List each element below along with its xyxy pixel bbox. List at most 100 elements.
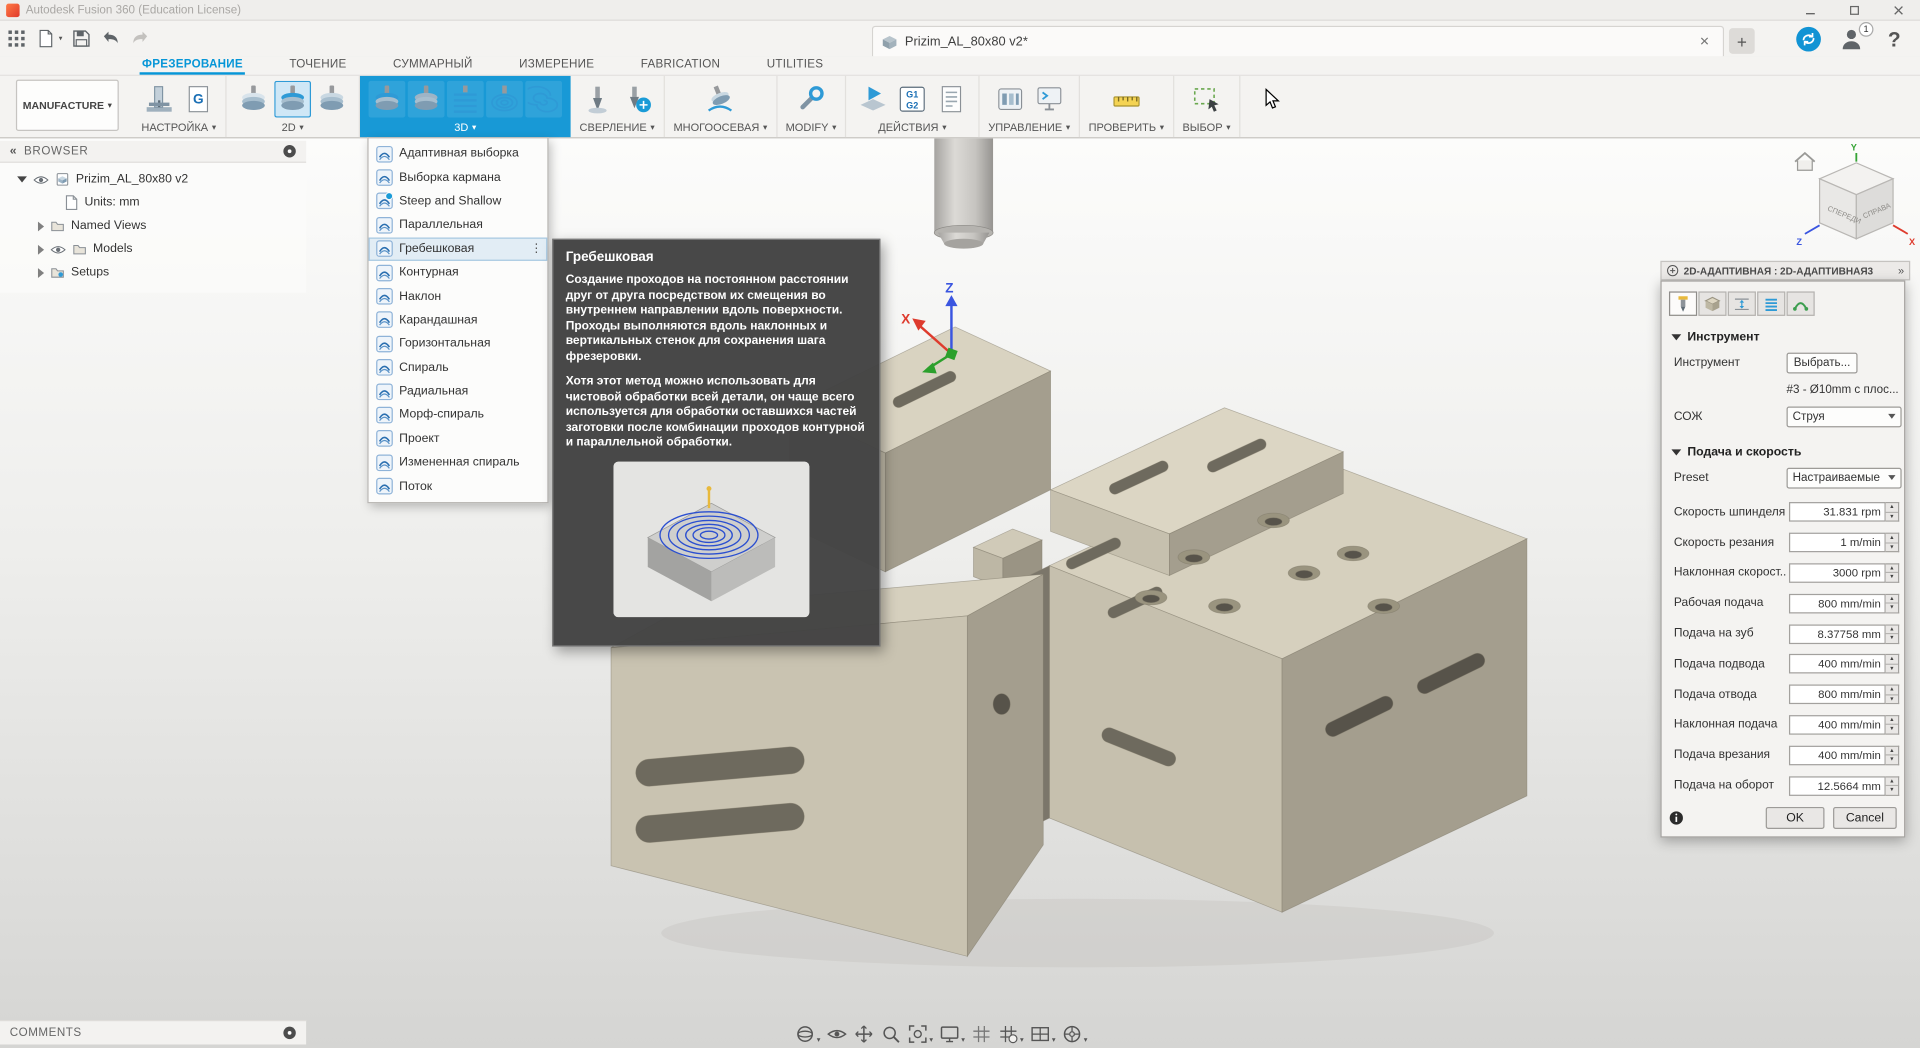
tab-geometry-tab[interactable] <box>1698 291 1727 316</box>
orbit-button[interactable]: ▾ <box>793 1021 821 1047</box>
menu-item-8[interactable]: Горизонтальная <box>369 332 548 356</box>
view-cube[interactable]: СПЕРЕДИ СПРАВА Y Z X <box>1785 142 1920 255</box>
comments-bar[interactable]: COMMENTS <box>0 1020 307 1045</box>
spinner[interactable]: ▲ ▼ <box>1885 745 1900 766</box>
menu-item-9[interactable]: Спираль <box>369 356 548 380</box>
zoom-button[interactable] <box>879 1021 902 1047</box>
feeds-section-header[interactable]: Подача и скорость <box>1662 441 1904 463</box>
spinner[interactable]: ▲ ▼ <box>1885 623 1900 644</box>
menu-item-0[interactable]: Адаптивная выборка <box>369 142 548 166</box>
thread-icon[interactable] <box>618 80 655 117</box>
selection-box-icon[interactable] <box>1188 80 1225 117</box>
save-icon[interactable] <box>71 25 92 52</box>
spinner[interactable]: ▲ ▼ <box>1885 593 1900 614</box>
modify-icon[interactable] <box>793 80 830 117</box>
feed-value-input[interactable]: 400 mm/min <box>1788 654 1886 674</box>
ribbon-group-label-3[interactable]: СВЕРЛЕНИЕ ▾ <box>580 119 655 136</box>
expand-panel-icon[interactable]: » <box>1898 264 1904 276</box>
browser-row-1[interactable]: Units: mm <box>0 191 306 214</box>
collapse-panel-icon[interactable]: « <box>10 144 17 157</box>
select-tool-button[interactable]: Выбрать... <box>1786 352 1858 373</box>
ribbon-tab-1[interactable]: ТОЧЕНИЕ <box>287 58 349 75</box>
ribbon-group-label-2[interactable]: 3D ▾ <box>454 119 476 136</box>
minimize-icon[interactable] <box>1788 0 1832 21</box>
feed-value-input[interactable]: 800 mm/min <box>1788 593 1886 614</box>
ribbon-group-label-6[interactable]: ДЕЙСТВИЯ ▾ <box>878 119 946 136</box>
visibility-eye-icon[interactable] <box>50 244 66 254</box>
menu-item-2[interactable]: Steep and Shallow <box>369 190 548 214</box>
setup-machine-icon[interactable] <box>141 80 178 117</box>
comments-toggle-icon[interactable] <box>283 1026 296 1040</box>
menu-item-4[interactable]: Гребешковая ⋮ <box>368 237 548 261</box>
menu-item-7[interactable]: Карандашная <box>369 308 548 332</box>
adaptive2d-icon[interactable] <box>274 80 312 117</box>
feed-value-input[interactable]: 1 m/min <box>1788 532 1886 553</box>
spinner[interactable]: ▲ ▼ <box>1885 715 1900 735</box>
gcode-doc-icon[interactable]: G <box>180 80 217 117</box>
post-process-icon[interactable]: G1 G2 <box>894 80 931 117</box>
multiaxis-icon[interactable] <box>702 80 739 117</box>
tool-library-icon[interactable] <box>991 80 1028 117</box>
more-options-icon[interactable]: ⋮ <box>530 242 542 255</box>
ribbon-group-label-5[interactable]: MODIFY ▾ <box>786 119 837 136</box>
ribbon-tab-4[interactable]: FABRICATION <box>638 58 722 75</box>
task-manager-icon[interactable] <box>1030 80 1067 117</box>
feed-value-input[interactable]: 400 mm/min <box>1788 715 1886 735</box>
face-mill-icon[interactable] <box>235 80 272 117</box>
spinner[interactable]: ▲ ▼ <box>1885 775 1900 796</box>
simulate-icon[interactable] <box>855 80 892 117</box>
menu-item-5[interactable]: Контурная <box>369 261 548 285</box>
ribbon-group-label-4[interactable]: МНОГООСЕВАЯ ▾ <box>673 119 767 136</box>
adaptive3d-icon[interactable] <box>368 80 406 117</box>
workspace-selector[interactable]: MANUFACTURE ▾ <box>15 79 119 132</box>
panel-toggle-icon[interactable] <box>283 144 296 158</box>
info-icon[interactable] <box>1669 811 1684 826</box>
setup-sheet-icon[interactable] <box>933 80 970 117</box>
browser-row-3[interactable]: Models <box>0 238 306 261</box>
menu-item-10[interactable]: Радиальная <box>369 379 548 403</box>
home-icon[interactable] <box>1794 151 1816 171</box>
grid-settings-button[interactable]: ▾ <box>997 1021 1025 1047</box>
undo-icon[interactable] <box>100 25 121 52</box>
menu-item-3[interactable]: Параллельная <box>369 213 548 237</box>
spinner[interactable]: ▲ ▼ <box>1885 684 1900 705</box>
tab-linking-tab[interactable] <box>1786 291 1815 316</box>
ribbon-tab-2[interactable]: СУММАРНЫЙ <box>391 58 475 75</box>
ribbon-group-label-1[interactable]: 2D ▾ <box>282 119 304 136</box>
tab-heights-tab[interactable] <box>1727 291 1756 316</box>
ribbon-group-label-8[interactable]: ПРОВЕРИТЬ ▾ <box>1089 119 1165 136</box>
document-tab[interactable]: Prizim_AL_80x80 v2* ✕ <box>871 25 1725 57</box>
menu-item-1[interactable]: Выборка кармана <box>369 166 548 190</box>
menu-item-14[interactable]: Поток <box>369 474 548 498</box>
scallop-icon[interactable] <box>486 80 523 117</box>
feed-value-input[interactable]: 12.5664 mm <box>1788 775 1886 796</box>
browser-row-2[interactable]: Named Views <box>0 214 306 237</box>
navigation-button[interactable]: ▾ <box>1061 1021 1089 1047</box>
pan-button[interactable] <box>852 1021 875 1047</box>
twisty-icon[interactable] <box>17 176 27 183</box>
preset-select[interactable]: Настраиваемые <box>1786 467 1902 488</box>
feed-value-input[interactable]: 400 mm/min <box>1788 745 1886 766</box>
cancel-button[interactable]: Cancel <box>1833 806 1897 829</box>
job-status-icon[interactable] <box>1795 25 1822 52</box>
tab-passes-tab[interactable] <box>1757 291 1786 316</box>
browser-row-0[interactable]: Prizim_AL_80x80 v2 <box>0 168 306 191</box>
browser-row-4[interactable]: Setups <box>0 261 306 284</box>
app-grid-icon[interactable] <box>6 25 27 52</box>
feed-value-input[interactable]: 31.831 rpm <box>1788 502 1886 523</box>
twisty-icon[interactable] <box>37 244 45 255</box>
tool-cylinder[interactable] <box>933 138 994 249</box>
viewports-button[interactable]: ▾ <box>1029 1021 1057 1047</box>
parallel-icon[interactable] <box>446 80 484 117</box>
grid-button[interactable] <box>970 1021 993 1047</box>
close-tab-icon[interactable]: ✕ <box>1695 35 1715 48</box>
inspect-icon[interactable] <box>1108 80 1145 117</box>
spinner[interactable]: ▲ ▼ <box>1885 563 1900 583</box>
pocket2d-icon[interactable] <box>313 80 350 117</box>
new-tab-button[interactable]: + <box>1728 28 1755 54</box>
ribbon-tab-3[interactable]: ИЗМЕРЕНИЕ <box>517 58 597 75</box>
tool-section-header[interactable]: Инструмент <box>1662 326 1904 348</box>
spiral-icon[interactable] <box>525 80 563 117</box>
ribbon-group-label-7[interactable]: УПРАВЛЕНИЕ ▾ <box>988 119 1070 136</box>
ribbon-group-label-9[interactable]: ВЫБОР ▾ <box>1182 119 1230 136</box>
